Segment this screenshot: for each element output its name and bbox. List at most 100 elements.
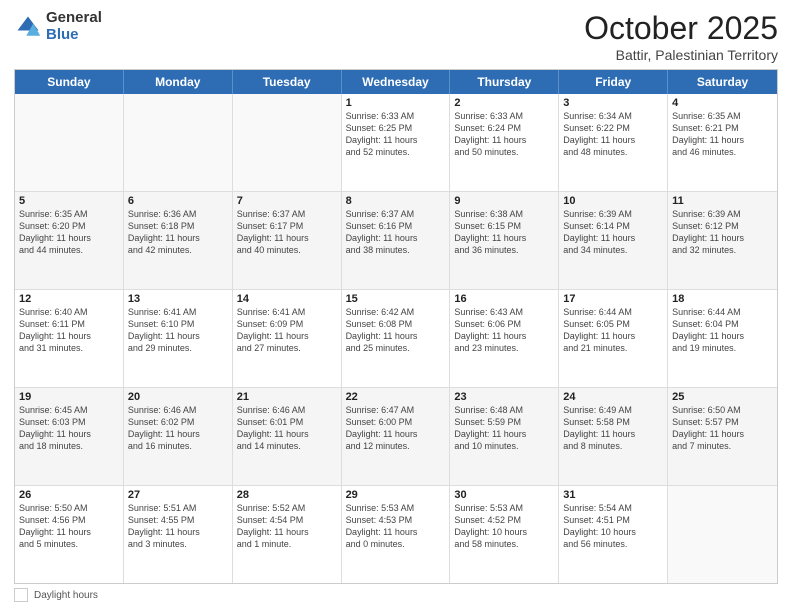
day-number: 12 — [19, 293, 119, 305]
day-number: 2 — [454, 97, 554, 109]
day-info: Sunrise: 5:54 AM Sunset: 4:51 PM Dayligh… — [563, 502, 663, 551]
day-info: Sunrise: 6:50 AM Sunset: 5:57 PM Dayligh… — [672, 404, 773, 453]
day-info: Sunrise: 6:45 AM Sunset: 6:03 PM Dayligh… — [19, 404, 119, 453]
day-number: 8 — [346, 195, 446, 207]
day-info: Sunrise: 6:37 AM Sunset: 6:16 PM Dayligh… — [346, 208, 446, 257]
cal-cell: 12Sunrise: 6:40 AM Sunset: 6:11 PM Dayli… — [15, 290, 124, 387]
day-info: Sunrise: 5:50 AM Sunset: 4:56 PM Dayligh… — [19, 502, 119, 551]
day-header-thursday: Thursday — [450, 70, 559, 94]
title-block: October 2025 Battir, Palestinian Territo… — [584, 10, 778, 63]
day-number: 9 — [454, 195, 554, 207]
cal-cell: 10Sunrise: 6:39 AM Sunset: 6:14 PM Dayli… — [559, 192, 668, 289]
day-info: Sunrise: 6:47 AM Sunset: 6:00 PM Dayligh… — [346, 404, 446, 453]
cal-cell: 19Sunrise: 6:45 AM Sunset: 6:03 PM Dayli… — [15, 388, 124, 485]
day-number: 15 — [346, 293, 446, 305]
cal-cell: 26Sunrise: 5:50 AM Sunset: 4:56 PM Dayli… — [15, 486, 124, 583]
day-number: 25 — [672, 391, 773, 403]
logo: General Blue — [14, 10, 102, 43]
cal-cell: 1Sunrise: 6:33 AM Sunset: 6:25 PM Daylig… — [342, 94, 451, 191]
calendar-body: 1Sunrise: 6:33 AM Sunset: 6:25 PM Daylig… — [15, 94, 777, 583]
day-info: Sunrise: 6:43 AM Sunset: 6:06 PM Dayligh… — [454, 306, 554, 355]
day-number: 20 — [128, 391, 228, 403]
day-info: Sunrise: 6:35 AM Sunset: 6:21 PM Dayligh… — [672, 110, 773, 159]
day-info: Sunrise: 5:51 AM Sunset: 4:55 PM Dayligh… — [128, 502, 228, 551]
cal-cell — [124, 94, 233, 191]
logo-text: General Blue — [46, 10, 102, 43]
day-number: 22 — [346, 391, 446, 403]
cal-cell: 29Sunrise: 5:53 AM Sunset: 4:53 PM Dayli… — [342, 486, 451, 583]
day-info: Sunrise: 6:33 AM Sunset: 6:24 PM Dayligh… — [454, 110, 554, 159]
day-number: 11 — [672, 195, 773, 207]
cal-cell: 15Sunrise: 6:42 AM Sunset: 6:08 PM Dayli… — [342, 290, 451, 387]
day-info: Sunrise: 6:41 AM Sunset: 6:10 PM Dayligh… — [128, 306, 228, 355]
cal-cell: 21Sunrise: 6:46 AM Sunset: 6:01 PM Dayli… — [233, 388, 342, 485]
week-row-5: 26Sunrise: 5:50 AM Sunset: 4:56 PM Dayli… — [15, 485, 777, 583]
cal-cell: 18Sunrise: 6:44 AM Sunset: 6:04 PM Dayli… — [668, 290, 777, 387]
day-number: 10 — [563, 195, 663, 207]
cal-cell: 23Sunrise: 6:48 AM Sunset: 5:59 PM Dayli… — [450, 388, 559, 485]
day-header-sunday: Sunday — [15, 70, 124, 94]
daylight-box — [14, 588, 28, 602]
cal-cell — [15, 94, 124, 191]
day-info: Sunrise: 5:53 AM Sunset: 4:53 PM Dayligh… — [346, 502, 446, 551]
day-number: 1 — [346, 97, 446, 109]
day-info: Sunrise: 6:40 AM Sunset: 6:11 PM Dayligh… — [19, 306, 119, 355]
cal-cell: 2Sunrise: 6:33 AM Sunset: 6:24 PM Daylig… — [450, 94, 559, 191]
logo-general: General — [46, 10, 102, 27]
cal-cell: 7Sunrise: 6:37 AM Sunset: 6:17 PM Daylig… — [233, 192, 342, 289]
day-number: 5 — [19, 195, 119, 207]
day-info: Sunrise: 6:48 AM Sunset: 5:59 PM Dayligh… — [454, 404, 554, 453]
cal-cell: 28Sunrise: 5:52 AM Sunset: 4:54 PM Dayli… — [233, 486, 342, 583]
day-number: 19 — [19, 391, 119, 403]
day-number: 23 — [454, 391, 554, 403]
logo-icon — [14, 13, 42, 41]
cal-cell — [668, 486, 777, 583]
cal-cell: 11Sunrise: 6:39 AM Sunset: 6:12 PM Dayli… — [668, 192, 777, 289]
cal-cell: 9Sunrise: 6:38 AM Sunset: 6:15 PM Daylig… — [450, 192, 559, 289]
day-info: Sunrise: 6:44 AM Sunset: 6:04 PM Dayligh… — [672, 306, 773, 355]
cal-cell: 3Sunrise: 6:34 AM Sunset: 6:22 PM Daylig… — [559, 94, 668, 191]
day-number: 17 — [563, 293, 663, 305]
day-info: Sunrise: 6:42 AM Sunset: 6:08 PM Dayligh… — [346, 306, 446, 355]
day-number: 29 — [346, 489, 446, 501]
day-number: 24 — [563, 391, 663, 403]
logo-blue: Blue — [46, 27, 102, 44]
day-number: 6 — [128, 195, 228, 207]
cal-cell — [233, 94, 342, 191]
day-info: Sunrise: 6:35 AM Sunset: 6:20 PM Dayligh… — [19, 208, 119, 257]
cal-cell: 4Sunrise: 6:35 AM Sunset: 6:21 PM Daylig… — [668, 94, 777, 191]
day-header-monday: Monday — [124, 70, 233, 94]
calendar-header: SundayMondayTuesdayWednesdayThursdayFrid… — [15, 70, 777, 94]
footer-label: Daylight hours — [34, 590, 98, 601]
header: General Blue October 2025 Battir, Palest… — [14, 10, 778, 63]
day-number: 28 — [237, 489, 337, 501]
day-number: 16 — [454, 293, 554, 305]
day-number: 3 — [563, 97, 663, 109]
cal-cell: 6Sunrise: 6:36 AM Sunset: 6:18 PM Daylig… — [124, 192, 233, 289]
cal-cell: 14Sunrise: 6:41 AM Sunset: 6:09 PM Dayli… — [233, 290, 342, 387]
cal-cell: 31Sunrise: 5:54 AM Sunset: 4:51 PM Dayli… — [559, 486, 668, 583]
calendar: SundayMondayTuesdayWednesdayThursdayFrid… — [14, 69, 778, 584]
day-info: Sunrise: 6:36 AM Sunset: 6:18 PM Dayligh… — [128, 208, 228, 257]
cal-cell: 20Sunrise: 6:46 AM Sunset: 6:02 PM Dayli… — [124, 388, 233, 485]
day-info: Sunrise: 6:46 AM Sunset: 6:02 PM Dayligh… — [128, 404, 228, 453]
week-row-1: 1Sunrise: 6:33 AM Sunset: 6:25 PM Daylig… — [15, 94, 777, 191]
day-info: Sunrise: 6:34 AM Sunset: 6:22 PM Dayligh… — [563, 110, 663, 159]
day-number: 31 — [563, 489, 663, 501]
cal-cell: 13Sunrise: 6:41 AM Sunset: 6:10 PM Dayli… — [124, 290, 233, 387]
cal-cell: 17Sunrise: 6:44 AM Sunset: 6:05 PM Dayli… — [559, 290, 668, 387]
day-info: Sunrise: 6:46 AM Sunset: 6:01 PM Dayligh… — [237, 404, 337, 453]
day-info: Sunrise: 6:39 AM Sunset: 6:12 PM Dayligh… — [672, 208, 773, 257]
day-number: 21 — [237, 391, 337, 403]
day-header-wednesday: Wednesday — [342, 70, 451, 94]
cal-cell: 22Sunrise: 6:47 AM Sunset: 6:00 PM Dayli… — [342, 388, 451, 485]
day-info: Sunrise: 6:38 AM Sunset: 6:15 PM Dayligh… — [454, 208, 554, 257]
location: Battir, Palestinian Territory — [584, 47, 778, 63]
week-row-2: 5Sunrise: 6:35 AM Sunset: 6:20 PM Daylig… — [15, 191, 777, 289]
week-row-3: 12Sunrise: 6:40 AM Sunset: 6:11 PM Dayli… — [15, 289, 777, 387]
day-number: 30 — [454, 489, 554, 501]
cal-cell: 27Sunrise: 5:51 AM Sunset: 4:55 PM Dayli… — [124, 486, 233, 583]
day-info: Sunrise: 6:41 AM Sunset: 6:09 PM Dayligh… — [237, 306, 337, 355]
day-info: Sunrise: 6:49 AM Sunset: 5:58 PM Dayligh… — [563, 404, 663, 453]
day-number: 13 — [128, 293, 228, 305]
